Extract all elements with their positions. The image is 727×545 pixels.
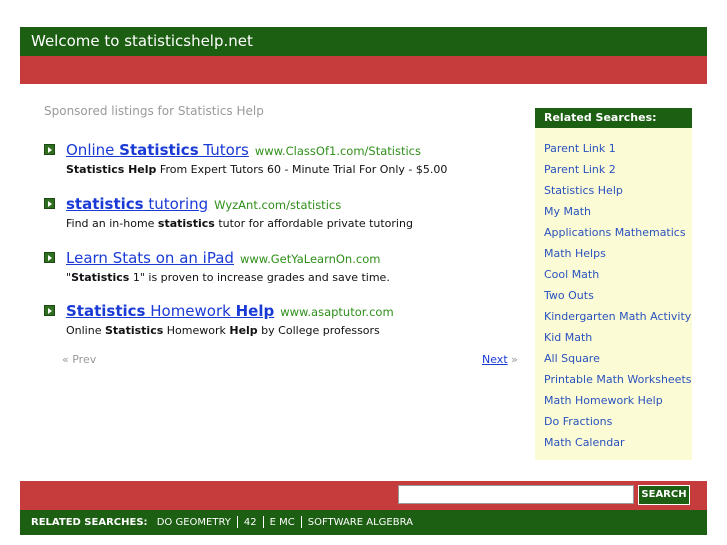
sidebar-link[interactable]: Math Helps	[544, 247, 606, 260]
listing-description-part: statistics	[157, 217, 215, 230]
listing-title-link[interactable]: Online Statistics Tutors	[66, 141, 249, 159]
footer-link[interactable]: 42	[244, 517, 257, 528]
sidebar-link[interactable]: My Math	[544, 205, 591, 218]
sponsored-label: Sponsored listings for Statistics Help	[44, 104, 264, 118]
site-header: Welcome to statisticshelp.net	[20, 27, 707, 56]
sidebar-link[interactable]: Parent Link 1	[544, 142, 616, 155]
footer-divider	[236, 516, 238, 528]
listing-description: Statistics Help From Expert Tutors 60 - …	[66, 163, 447, 176]
listing-title-part: tutoring	[143, 195, 209, 213]
listing-description-part: Homework	[163, 324, 230, 337]
search-button[interactable]: SEARCH	[638, 485, 690, 505]
footer-divider	[300, 516, 302, 528]
listing-description-part: Help	[229, 324, 258, 337]
arrow-bullet-icon	[44, 144, 55, 155]
listing-title-link[interactable]: statistics tutoring	[66, 195, 208, 213]
sidebar-link[interactable]: Parent Link 2	[544, 163, 616, 176]
arrow-bullet-icon	[44, 305, 55, 316]
listing-description-part: Statistics	[104, 324, 164, 337]
prev-link[interactable]: « Prev	[62, 353, 96, 366]
listing-title-part: Statistics	[119, 141, 199, 159]
site-title: Welcome to statisticshelp.net	[31, 32, 253, 50]
listing-title-part: Tutors	[198, 141, 249, 159]
listing-description: "Statistics 1" is proven to increase gra…	[66, 271, 390, 284]
next-link[interactable]: Next	[482, 353, 508, 366]
listing-description-part: by College professors	[257, 324, 380, 337]
listing-title-line: statistics tutoring WyzAnt.com/statistics	[66, 194, 341, 213]
listing-title-line: Online Statistics Tutors www.ClassOf1.com…	[66, 140, 421, 159]
sidebar-link[interactable]: Applications Mathematics	[544, 226, 686, 239]
listing-title-part: Learn Stats on an iPad	[66, 249, 234, 267]
listing-description-part: Statistics	[71, 271, 130, 284]
footer-link[interactable]: E MC	[270, 517, 295, 528]
sidebar-link[interactable]: Kindergarten Math Activity	[544, 310, 691, 323]
listing-title-part: statistics	[66, 195, 144, 213]
sidebar-link[interactable]: Do Fractions	[544, 415, 612, 428]
listing-description-part: From Expert Tutors 60 - Minute Trial For…	[156, 163, 448, 176]
footer-label: RELATED SEARCHES:	[31, 517, 148, 528]
next-control: Next »	[482, 353, 518, 366]
listing-title-link[interactable]: Statistics Homework Help	[66, 302, 274, 320]
sidebar-link[interactable]: Cool Math	[544, 268, 599, 281]
footer-link[interactable]: DO GEOMETRY	[157, 517, 231, 528]
sidebar-link[interactable]: Printable Math Worksheets	[544, 373, 692, 386]
listing-title-part: Help	[235, 302, 275, 320]
related-searches-sidebar: Related Searches: Parent Link 1 Parent Li…	[535, 108, 692, 460]
listing-title-link[interactable]: Learn Stats on an iPad	[66, 249, 234, 267]
listing-description-part: Online	[66, 324, 105, 337]
sidebar-title: Related Searches:	[535, 108, 692, 128]
sidebar-link[interactable]: Math Homework Help	[544, 394, 663, 407]
listing-description: Find an in-home statistics tutor for aff…	[66, 217, 413, 230]
listing-title-part: Online	[66, 141, 120, 159]
listing-description: Online Statistics Homework Help by Colle…	[66, 324, 380, 337]
listing-description-part: Find an in-home	[66, 217, 158, 230]
listing-description-part: tutor for affordable private tutoring	[214, 217, 413, 230]
footer-divider	[262, 516, 264, 528]
listing-url[interactable]: www.ClassOf1.com/Statistics	[255, 144, 421, 158]
arrow-bullet-icon	[44, 198, 55, 209]
next-arrow-icon: »	[511, 353, 518, 366]
listing-title-line: Statistics Homework Help www.asaptutor.co…	[66, 301, 394, 320]
footer-link[interactable]: SOFTWARE ALGEBRA	[308, 517, 413, 528]
listing-description-part: 1" is proven to increase grades and save…	[129, 271, 390, 284]
listing-title-part: Homework	[145, 302, 236, 320]
listing-description-part: Statistics Help	[66, 163, 157, 176]
sidebar-link[interactable]: Statistics Help	[544, 184, 623, 197]
listing-title-part: Statistics	[66, 302, 146, 320]
arrow-bullet-icon	[44, 252, 55, 263]
listing-title-line: Learn Stats on an iPad www.GetYaLearnOn.c…	[66, 248, 380, 267]
sidebar-link[interactable]: All Square	[544, 352, 600, 365]
sidebar-link[interactable]: Kid Math	[544, 331, 592, 344]
search-input[interactable]	[398, 485, 634, 504]
header-red-bar	[20, 56, 707, 84]
sidebar-link[interactable]: Two Outs	[544, 289, 594, 302]
sidebar-link[interactable]: Math Calendar	[544, 436, 624, 449]
listing-url[interactable]: www.asaptutor.com	[280, 305, 393, 319]
listing-url[interactable]: www.GetYaLearnOn.com	[240, 252, 381, 266]
listing-url[interactable]: WyzAnt.com/statistics	[214, 198, 341, 212]
footer-related-searches: RELATED SEARCHES: DO GEOMETRY 42 E MC SOFTW…	[20, 510, 707, 535]
